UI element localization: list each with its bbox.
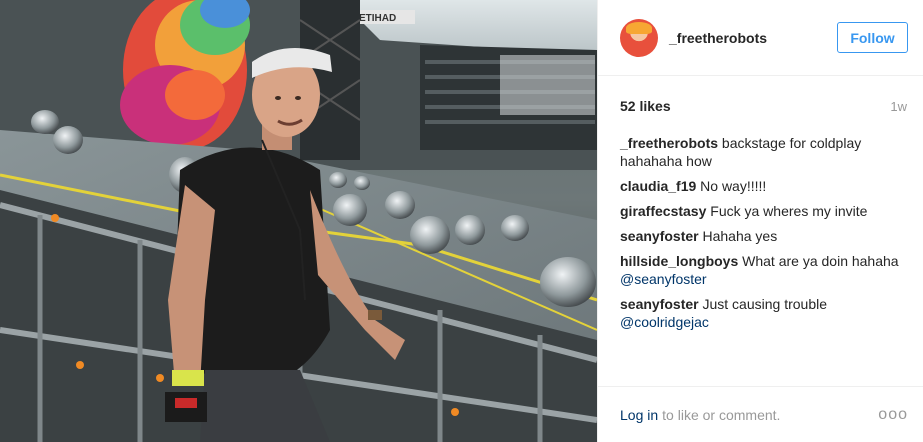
comment-item: seanyfoster Just causing trouble @coolri… — [620, 295, 911, 331]
comment-user[interactable]: seanyfoster — [620, 296, 699, 312]
post-username[interactable]: _freetherobots — [669, 30, 837, 46]
comment-user[interactable]: _freetherobots — [620, 135, 718, 151]
post-header: _freetherobots Follow — [598, 0, 923, 76]
comment-item: giraffecstasy Fuck ya wheres my invite — [620, 202, 911, 220]
stadium-sign-text: ETIHAD — [359, 13, 396, 24]
comment-user[interactable]: seanyfoster — [620, 228, 699, 244]
caption: _freetherobots backstage for coldplay ha… — [620, 134, 911, 170]
comment-text: What are ya doin hahaha — [742, 253, 899, 269]
comment-item: seanyfoster Hahaha yes — [620, 227, 911, 245]
post-meta: 52 likes 1w — [620, 96, 907, 116]
comment-item: hillside_longboys What are ya doin hahah… — [620, 252, 911, 288]
post-footer: Log in to like or comment. ooo — [598, 386, 923, 442]
comments-list: _freetherobots backstage for coldplay ha… — [620, 134, 911, 338]
comment-item: claudia_f19 No way!!!!! — [620, 177, 911, 195]
post-age[interactable]: 1w — [890, 99, 907, 114]
post-container: ETIHAD _freetherobots Follow 52 likes 1w… — [0, 0, 923, 442]
avatar[interactable] — [620, 18, 658, 57]
likes-count[interactable]: 52 likes — [620, 98, 671, 114]
login-link[interactable]: Log in — [620, 407, 658, 423]
comment-text: Just causing trouble — [702, 296, 828, 312]
comment-text: Fuck ya wheres my invite — [710, 203, 868, 219]
follow-button[interactable]: Follow — [837, 22, 908, 53]
login-prompt-text: to like or comment. — [662, 406, 781, 423]
comment-user[interactable]: hillside_longboys — [620, 253, 738, 269]
post-photo[interactable]: ETIHAD — [0, 0, 597, 442]
photo-illustration: ETIHAD — [0, 0, 597, 442]
comment-text: No way!!!!! — [700, 178, 767, 194]
comment-user[interactable]: giraffecstasy — [620, 203, 706, 219]
comment-text: Hahaha yes — [702, 228, 778, 244]
comment-mention[interactable]: @coolridgejac — [620, 314, 709, 330]
post-sidebar: _freetherobots Follow 52 likes 1w _freet… — [597, 0, 923, 442]
comment-user[interactable]: claudia_f19 — [620, 178, 696, 194]
comment-mention[interactable]: @seanyfoster — [620, 271, 707, 287]
more-options-icon[interactable]: ooo — [878, 406, 908, 424]
